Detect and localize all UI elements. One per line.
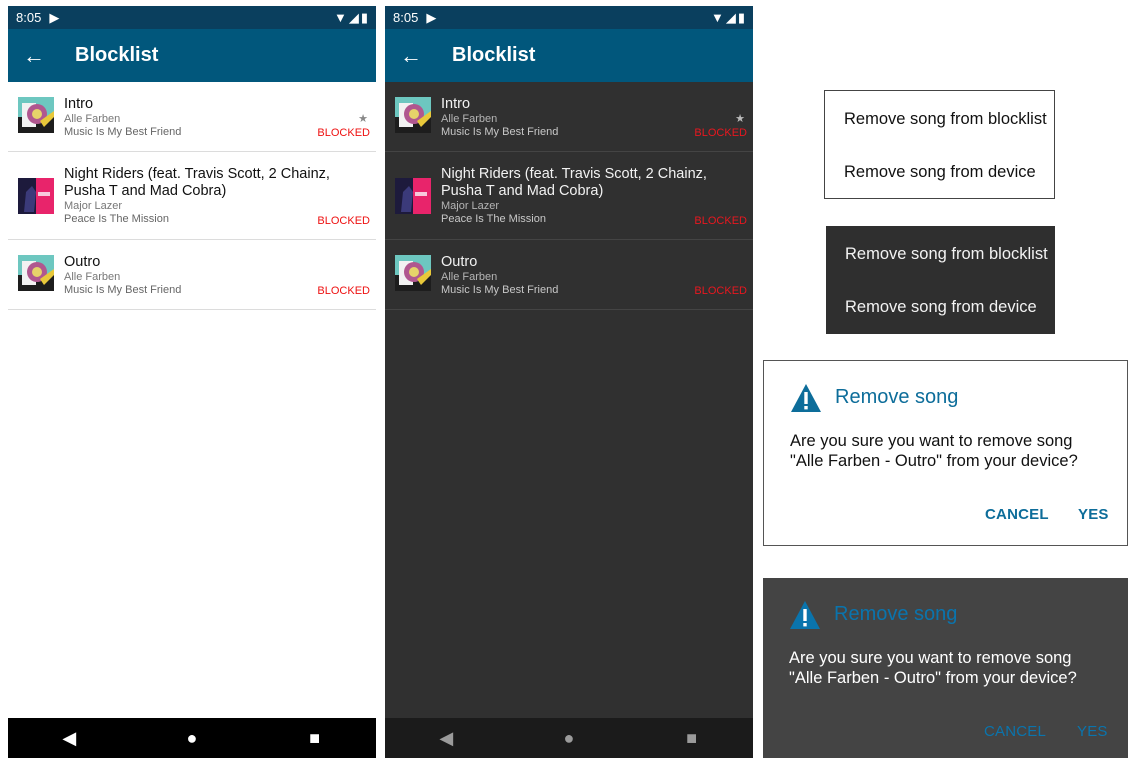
- blocklist-screen-light: 8:05 ▶ ▼ ◢ ▮ ← Blocklist Intro Alle Farb…: [8, 6, 376, 758]
- signal-icon: ◢: [725, 9, 736, 25]
- warning-icon: [790, 383, 822, 413]
- battery-icon: ▮: [737, 9, 745, 25]
- song-row[interactable]: Night Riders (feat. Travis Scott, 2 Chai…: [385, 152, 753, 240]
- song-row[interactable]: Intro Alle Farben Music Is My Best Frien…: [8, 82, 376, 152]
- album-cover: [395, 178, 431, 214]
- cancel-button[interactable]: CANCEL: [984, 723, 1046, 740]
- song-context-menu-dark: Remove song from blocklist Remove song f…: [826, 226, 1055, 334]
- app-bar: ← Blocklist: [385, 29, 753, 82]
- back-arrow-icon[interactable]: ←: [8, 44, 60, 67]
- album-cover: [18, 178, 54, 214]
- dialog-title: Remove song: [835, 386, 959, 408]
- status-time: 8:05: [16, 10, 42, 25]
- dialog-message: Are you sure you want to remove song "Al…: [790, 432, 1078, 470]
- play-store-notification-icon: ▶: [49, 9, 60, 25]
- nav-home-icon[interactable]: ●: [172, 728, 212, 749]
- album-cover: [18, 97, 54, 133]
- album-cover: [395, 255, 431, 291]
- song-artist: Major Lazer: [441, 200, 500, 212]
- nav-home-icon[interactable]: ●: [549, 728, 589, 749]
- nav-back-icon[interactable]: ◀: [49, 728, 89, 749]
- remove-song-dialog-light: Remove song Are you sure you want to rem…: [763, 360, 1128, 546]
- nav-back-icon[interactable]: ◀: [426, 728, 466, 749]
- song-context-menu-light: Remove song from blocklist Remove song f…: [824, 90, 1055, 199]
- battery-icon: ▮: [360, 9, 368, 25]
- blocked-badge: BLOCKED: [694, 215, 747, 227]
- remove-from-device-menu-item[interactable]: Remove song from device: [845, 298, 1037, 317]
- warning-icon: [789, 600, 821, 630]
- status-bar: 8:05 ▶ ▼ ◢ ▮: [385, 6, 753, 29]
- status-bar: 8:05 ▶ ▼ ◢ ▮: [8, 6, 376, 29]
- play-store-notification-icon: ▶: [426, 9, 437, 25]
- song-artist: Alle Farben: [64, 113, 121, 125]
- song-row[interactable]: Intro Alle Farben Music Is My Best Frien…: [385, 82, 753, 152]
- song-row[interactable]: Outro Alle Farben Music Is My Best Frien…: [8, 240, 376, 310]
- song-artist: Alle Farben: [64, 271, 121, 283]
- dialog-message: Are you sure you want to remove song "Al…: [789, 649, 1077, 687]
- dialog-title: Remove song: [834, 603, 958, 625]
- remove-song-dialog-dark: Remove song Are you sure you want to rem…: [763, 578, 1128, 758]
- remove-from-blocklist-menu-item[interactable]: Remove song from blocklist: [844, 110, 1047, 129]
- album-cover: [395, 97, 431, 133]
- song-artist: Major Lazer: [64, 200, 123, 212]
- song-title: Night Riders (feat. Travis Scott, 2 Chai…: [64, 166, 330, 199]
- song-title: Outro: [441, 254, 478, 270]
- song-list: Intro Alle Farben Music Is My Best Frien…: [385, 82, 753, 310]
- song-list: Intro Alle Farben Music Is My Best Frien…: [8, 82, 376, 310]
- song-title: Intro: [441, 96, 471, 112]
- blocked-badge: BLOCKED: [317, 215, 370, 227]
- nav-recents-icon[interactable]: ■: [295, 728, 335, 749]
- navigation-bar: ◀ ● ■: [8, 718, 376, 758]
- blocked-badge: BLOCKED: [317, 285, 370, 297]
- star-icon: ★: [735, 113, 745, 125]
- wifi-icon: ▼: [333, 10, 347, 25]
- blocked-badge: BLOCKED: [694, 285, 747, 297]
- remove-from-device-menu-item[interactable]: Remove song from device: [844, 163, 1036, 182]
- page-title: Blocklist: [75, 44, 159, 66]
- cancel-button[interactable]: CANCEL: [985, 506, 1049, 523]
- star-icon: ★: [358, 113, 368, 125]
- album-cover: [18, 255, 54, 291]
- song-title: Night Riders (feat. Travis Scott, 2 Chai…: [441, 166, 707, 199]
- blocked-badge: BLOCKED: [694, 127, 747, 139]
- song-artist: Alle Farben: [441, 113, 498, 125]
- page-title: Blocklist: [452, 44, 536, 66]
- yes-button[interactable]: YES: [1077, 723, 1108, 740]
- signal-icon: ◢: [348, 9, 359, 25]
- song-title: Intro: [64, 96, 94, 112]
- nav-recents-icon[interactable]: ■: [672, 728, 712, 749]
- blocklist-screen-dark: 8:05 ▶ ▼ ◢ ▮ ← Blocklist Intro Alle Farb…: [385, 6, 753, 758]
- song-row[interactable]: Night Riders (feat. Travis Scott, 2 Chai…: [8, 152, 376, 240]
- song-artist: Alle Farben: [441, 271, 498, 283]
- song-row[interactable]: Outro Alle Farben Music Is My Best Frien…: [385, 240, 753, 310]
- status-time: 8:05: [393, 10, 419, 25]
- remove-from-blocklist-menu-item[interactable]: Remove song from blocklist: [845, 245, 1048, 264]
- app-bar: ← Blocklist: [8, 29, 376, 82]
- yes-button[interactable]: YES: [1078, 506, 1109, 523]
- wifi-icon: ▼: [710, 10, 724, 25]
- navigation-bar: ◀ ● ■: [385, 718, 753, 758]
- blocked-badge: BLOCKED: [317, 127, 370, 139]
- song-title: Outro: [64, 254, 101, 270]
- back-arrow-icon[interactable]: ←: [385, 44, 437, 67]
